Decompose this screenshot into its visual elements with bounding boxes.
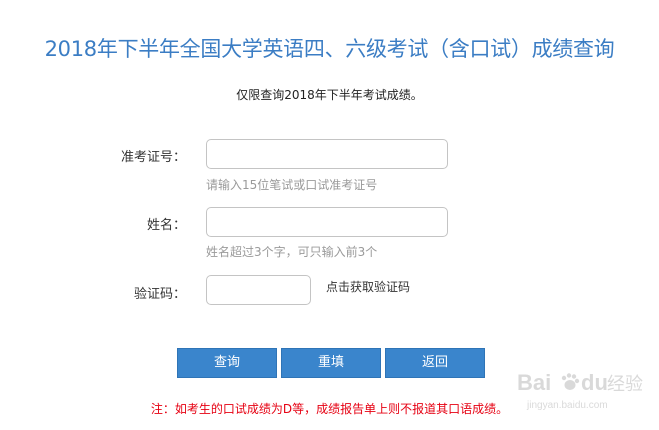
query-button[interactable]: 查询 [177,348,277,378]
exam-id-hint: 请输入15位笔试或口试准考证号 [206,178,378,192]
exam-id-label: 准考证号： [120,150,186,165]
watermark-brand: Bai [517,370,551,395]
exam-id-input[interactable] [206,139,448,169]
captcha-label: 验证码： [133,287,186,302]
baidu-jingyan-watermark: Bai du 经验 jingyan.baidu.com [517,370,643,411]
reset-button[interactable]: 重填 [281,348,381,378]
watermark-cn: 经验 [607,374,643,395]
page-title: 2018年下半年全国大学英语四、六级考试（含口试）成绩查询 [44,37,615,61]
name-label: 姓名： [146,218,186,233]
name-hint: 姓名超过3个字，可只输入前3个 [206,245,378,259]
back-button[interactable]: 返回 [385,348,485,378]
watermark-url: jingyan.baidu.com [526,400,608,411]
get-captcha-link[interactable]: 点击获取验证码 [326,278,410,295]
captcha-input[interactable] [206,275,311,305]
paw-icon [561,373,580,390]
watermark-brand-2: du [581,370,608,395]
page-subtitle: 仅限查询2018年下半年考试成绩。 [236,88,423,102]
name-input[interactable] [206,207,448,237]
